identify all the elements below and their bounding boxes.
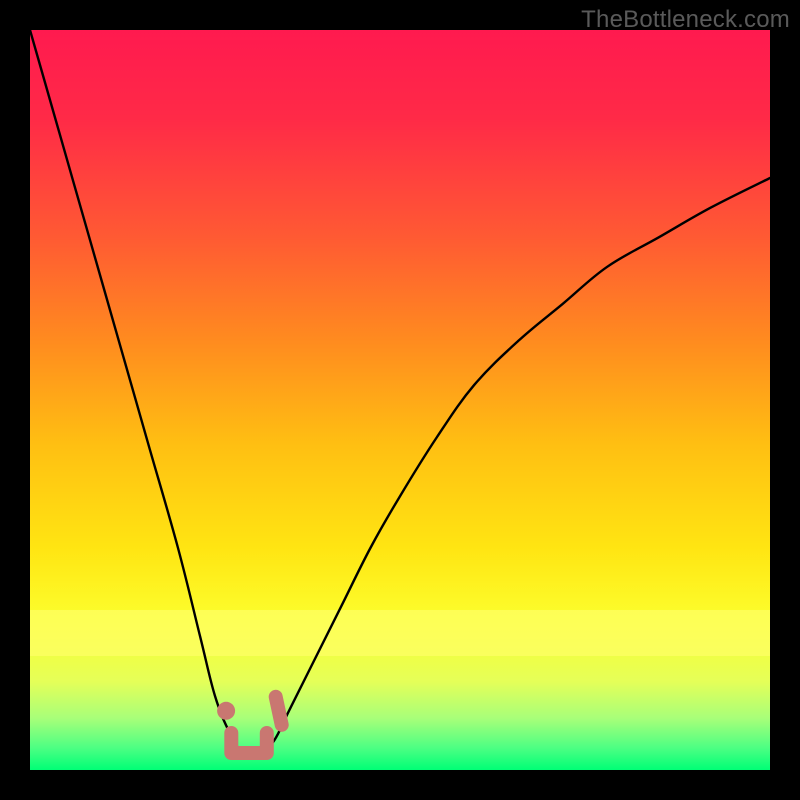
chart-frame: TheBottleneck.com xyxy=(0,0,800,800)
plot-area xyxy=(30,30,770,770)
watermark-text: TheBottleneck.com xyxy=(581,6,790,34)
bottleneck-curve xyxy=(30,30,770,770)
